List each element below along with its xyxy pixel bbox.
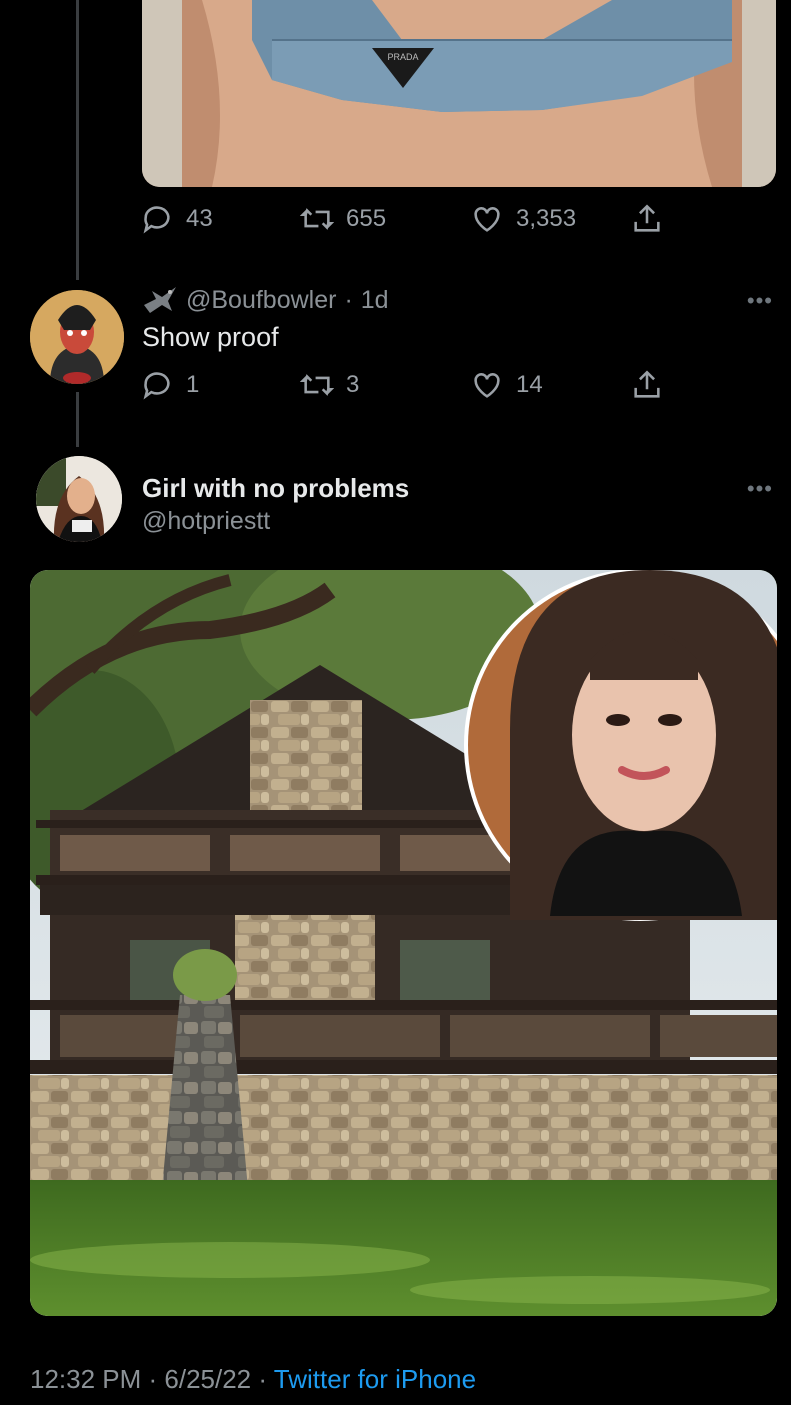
more-icon[interactable]: •••: [747, 288, 773, 314]
more-icon[interactable]: •••: [747, 476, 773, 502]
user-handle[interactable]: @hotpriestt: [142, 507, 270, 536]
tweet-timestamp-line: 12:32 PM · 6/25/22 · Twitter for iPhone: [30, 1364, 476, 1395]
bird-emoji-icon: [142, 285, 178, 315]
tweet-actions: 1 3 14: [140, 368, 680, 408]
like-count: 3,353: [516, 205, 577, 232]
reply-button[interactable]: 43: [140, 202, 213, 236]
avatar[interactable]: [36, 456, 122, 542]
thread-line: [76, 0, 79, 280]
retweet-button[interactable]: 655: [300, 202, 386, 236]
thread-line: [76, 392, 79, 447]
avatar[interactable]: [30, 290, 124, 384]
reply-count: 1: [186, 371, 200, 398]
heart-icon: [474, 207, 500, 232]
tweet-header: @Boufbowler · 1d: [142, 285, 389, 315]
tweet-client-link[interactable]: Twitter for iPhone: [274, 1364, 476, 1394]
heart-icon: [474, 373, 500, 398]
tweet-text: Show proof: [142, 322, 279, 352]
retweet-button[interactable]: 3: [300, 368, 359, 402]
user-handle[interactable]: @Boufbowler: [186, 286, 336, 315]
separator: ·: [344, 285, 353, 314]
tweet-time[interactable]: 1d: [361, 286, 389, 315]
like-count: 14: [516, 371, 543, 398]
like-button[interactable]: 3,353: [470, 202, 576, 236]
retweet-count: 3: [346, 371, 360, 398]
retweet-icon: [300, 374, 334, 396]
tweet-timestamp[interactable]: 12:32 PM · 6/25/22 ·: [30, 1364, 274, 1394]
share-icon: [634, 370, 660, 398]
reply-count: 43: [186, 205, 213, 232]
retweet-count: 655: [346, 205, 387, 232]
tweet-actions: 43 655 3,353: [140, 202, 680, 242]
display-name[interactable]: Girl with no problems: [142, 473, 409, 504]
reply-icon: [143, 206, 170, 234]
tweet-media-image[interactable]: PRADA: [142, 0, 776, 187]
tweet-media-image[interactable]: [30, 570, 777, 1316]
share-button[interactable]: [630, 368, 664, 402]
reply-icon: [143, 372, 170, 400]
like-button[interactable]: 14: [470, 368, 543, 402]
retweet-icon: [300, 208, 334, 230]
share-icon: [634, 204, 660, 232]
prada-logo-text: PRADA: [387, 52, 418, 62]
share-button[interactable]: [630, 202, 664, 236]
reply-button[interactable]: 1: [140, 368, 199, 402]
